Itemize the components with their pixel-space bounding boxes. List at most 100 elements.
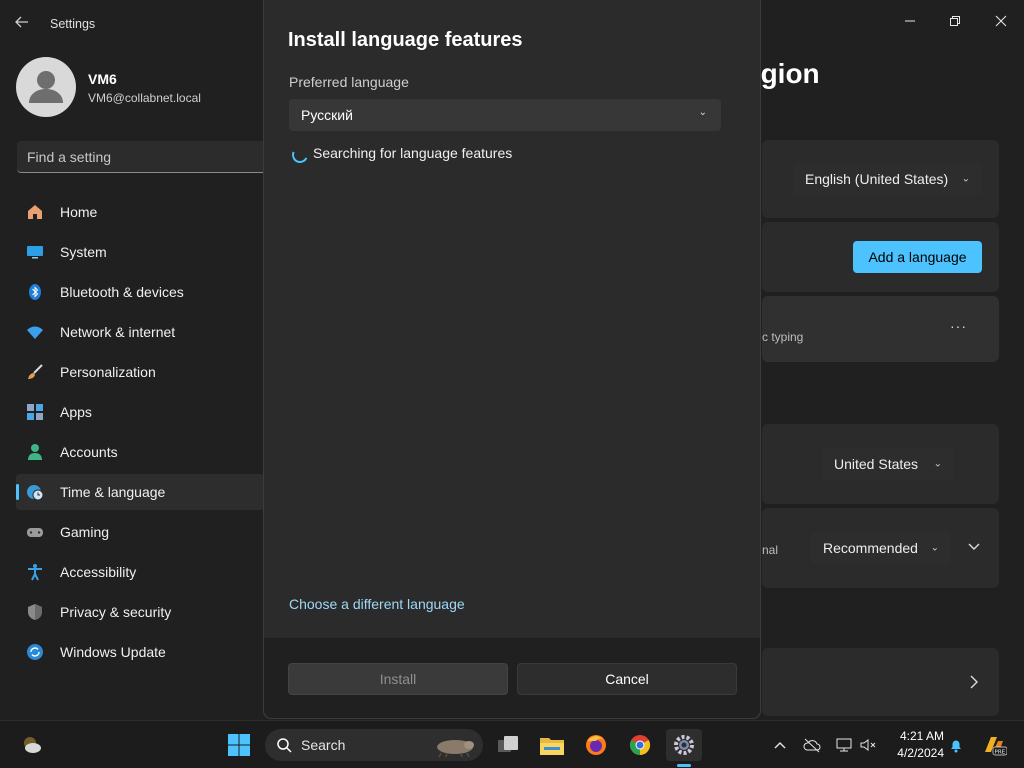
accessibility-icon: [26, 563, 44, 581]
wifi-icon: [26, 323, 44, 341]
user-email: VM6@collabnet.local: [88, 91, 201, 105]
apps-icon: [26, 403, 44, 421]
file-explorer-icon[interactable]: [534, 729, 570, 761]
user-name: VM6: [88, 71, 117, 87]
sidebar-item-apps[interactable]: Apps: [16, 394, 264, 430]
gear-icon: [674, 735, 694, 755]
related-settings-card[interactable]: [762, 648, 999, 716]
search-icon: [277, 738, 292, 753]
start-button[interactable]: [221, 729, 257, 761]
home-icon: [26, 203, 44, 221]
notification-bell-icon[interactable]: [946, 735, 966, 755]
svg-text:PRE: PRE: [995, 750, 1006, 756]
preferred-language-label: Preferred language: [289, 74, 409, 90]
preferred-language-dropdown[interactable]: Русский ⌄: [289, 99, 721, 131]
gamepad-icon: [26, 523, 44, 541]
shield-icon: [26, 603, 44, 621]
close-icon: [995, 15, 1007, 27]
loading-spinner-icon: [289, 144, 311, 166]
sidebar-item-bluetooth[interactable]: Bluetooth & devices: [16, 274, 264, 310]
system-clock[interactable]: 4:21 AM 4/2/2024: [884, 728, 944, 762]
sidebar-item-label: Accessibility: [60, 564, 137, 580]
expand-chevron-icon[interactable]: [966, 538, 982, 559]
settings-window: Settings VM6 VM6@collabnet.local Find a …: [0, 0, 1024, 720]
bluetooth-icon: [26, 283, 44, 301]
sidebar-nav: Home System Bluetooth & devices Network …: [16, 194, 264, 674]
more-options-icon[interactable]: ···: [950, 318, 967, 334]
monitor-icon: [26, 243, 44, 261]
taskbar-search[interactable]: Search: [265, 729, 483, 761]
dialog-footer: Install Cancel: [264, 638, 760, 718]
maximize-button[interactable]: [932, 6, 978, 36]
format-label-partial: nal: [762, 543, 779, 557]
display-language-dropdown[interactable]: English (United States) ⌄: [793, 163, 982, 195]
app-title: Settings: [50, 17, 96, 31]
sidebar-item-time-language[interactable]: Time & language: [16, 474, 264, 510]
sidebar-item-label: Network & internet: [60, 324, 176, 340]
volume-muted-icon[interactable]: [858, 735, 878, 755]
cancel-button[interactable]: Cancel: [517, 663, 737, 695]
sidebar-item-windows-update[interactable]: Windows Update: [16, 634, 264, 670]
sidebar-item-network[interactable]: Network & internet: [16, 314, 264, 350]
sidebar-item-label: Gaming: [60, 524, 110, 540]
sidebar-item-home[interactable]: Home: [16, 194, 264, 230]
globe-clock-icon: [26, 483, 44, 501]
cloud-offline-icon[interactable]: [802, 735, 822, 755]
person-icon: [29, 71, 63, 103]
taskbar: Search 4:21 AM 4/2/2024 PRE: [0, 720, 1024, 768]
add-language-button[interactable]: Add a language: [853, 241, 982, 273]
find-setting-input[interactable]: Find a setting: [17, 141, 265, 173]
restore-icon: [950, 16, 960, 26]
copilot-preview-icon[interactable]: PRE: [980, 735, 1008, 756]
sidebar-item-label: Time & language: [60, 484, 166, 500]
network-wired-icon[interactable]: [834, 735, 854, 755]
sidebar-item-accounts[interactable]: Accounts: [16, 434, 264, 470]
chevron-down-icon: ⌄: [698, 107, 707, 118]
sidebar-item-label: System: [60, 244, 107, 260]
back-arrow-icon[interactable]: [14, 14, 34, 34]
weather-icon[interactable]: [14, 729, 50, 761]
chrome-icon[interactable]: [622, 729, 658, 761]
chevron-up-icon[interactable]: [770, 735, 790, 755]
avatar: [16, 57, 76, 117]
country-dropdown[interactable]: United States ⌄: [822, 448, 954, 480]
update-icon: [26, 643, 44, 661]
install-language-dialog: Install language features Preferred lang…: [263, 0, 761, 719]
task-view-icon[interactable]: [490, 729, 526, 761]
sidebar-item-accessibility[interactable]: Accessibility: [16, 554, 264, 590]
sidebar-item-privacy[interactable]: Privacy & security: [16, 594, 264, 630]
chevron-down-icon: ⌄: [961, 173, 970, 185]
sidebar-item-label: Bluetooth & devices: [60, 284, 184, 300]
sidebar-item-label: Windows Update: [60, 644, 166, 660]
user-profile[interactable]: VM6 VM6@collabnet.local: [16, 57, 201, 117]
settings-taskbar-icon[interactable]: [666, 729, 702, 767]
chevron-down-icon: ⌄: [933, 458, 942, 470]
active-indicator: [677, 764, 691, 767]
minimize-button[interactable]: [887, 6, 933, 36]
search-highlight-icon: [437, 740, 474, 757]
sidebar-item-label: Privacy & security: [60, 604, 172, 620]
brush-icon: [26, 363, 44, 381]
choose-different-language-link[interactable]: Choose a different language: [289, 596, 465, 612]
chevron-down-icon: ⌄: [930, 542, 939, 554]
sidebar-item-gaming[interactable]: Gaming: [16, 514, 264, 550]
minimize-icon: [905, 20, 915, 22]
sidebar-item-label: Home: [60, 204, 98, 220]
windows-logo-icon: [228, 734, 250, 756]
clock-date: 4/2/2024: [897, 746, 944, 760]
typing-label-partial: c typing: [762, 330, 804, 344]
install-button[interactable]: Install: [288, 663, 508, 695]
chevron-right-icon: [968, 674, 980, 695]
close-button[interactable]: [978, 6, 1024, 36]
sidebar-item-label: Apps: [60, 404, 92, 420]
firefox-icon[interactable]: [578, 729, 614, 761]
regional-format-dropdown[interactable]: Recommended ⌄: [811, 532, 951, 564]
clock-time: 4:21 AM: [899, 729, 944, 743]
sidebar-item-label: Accounts: [60, 444, 118, 460]
dialog-title: Install language features: [288, 29, 523, 51]
sidebar-item-personalization[interactable]: Personalization: [16, 354, 264, 390]
sidebar-item-label: Personalization: [60, 364, 156, 380]
search-status-text: Searching for language features: [313, 145, 513, 161]
sidebar-item-system[interactable]: System: [16, 234, 264, 270]
person-icon: [26, 443, 44, 461]
